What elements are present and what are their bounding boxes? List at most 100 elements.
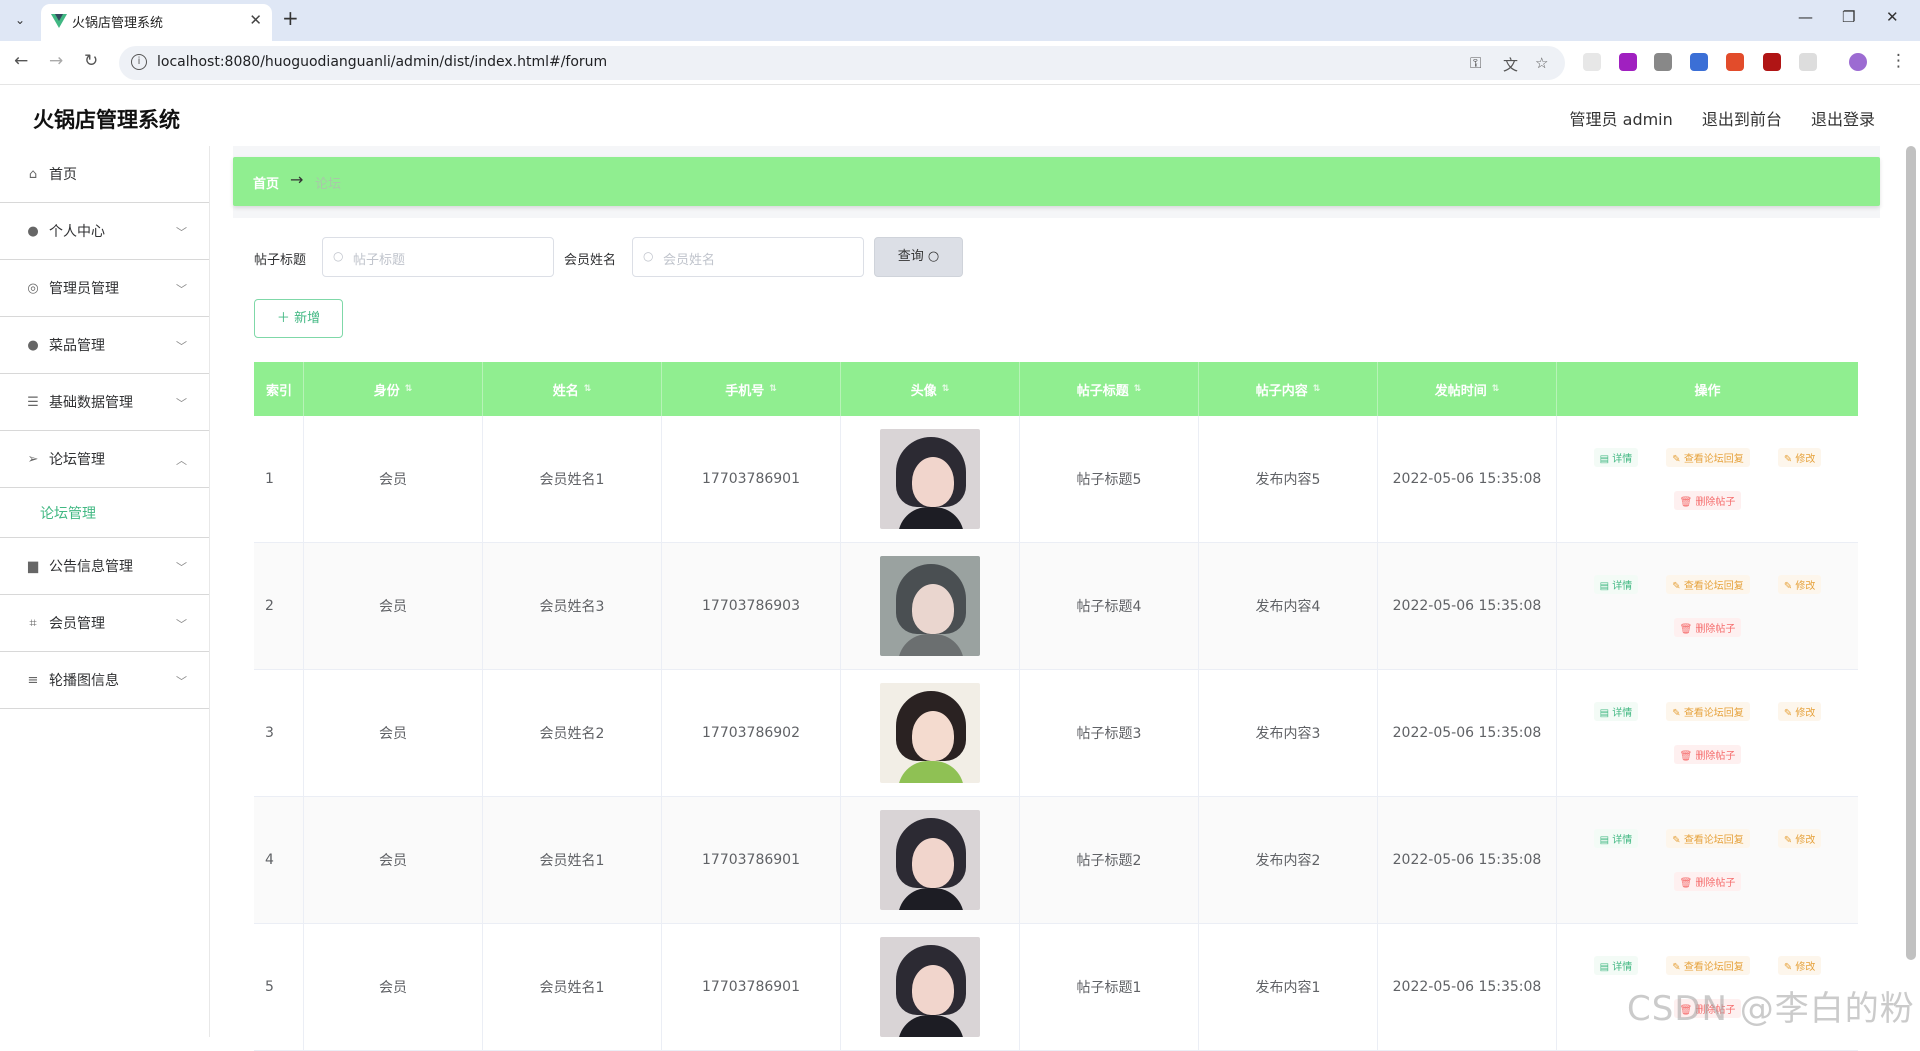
detail-button[interactable]: ▤ 详情 (1593, 702, 1639, 721)
sidebar-item-forum[interactable]: ➢ 论坛管理 ︿ (0, 431, 209, 488)
detail-button[interactable]: ▤ 详情 (1593, 956, 1639, 975)
sidebar-item-home[interactable]: ⌂ 首页 (0, 146, 209, 203)
sidebar: ⌂ 首页 ● 个人中心 ﹀ ◎ 管理员管理 ﹀ ● 菜品管理 ﹀ ☰ 基础数据管… (0, 146, 210, 1037)
add-button[interactable]: ＋ 新增 (254, 299, 343, 338)
star-icon[interactable]: ☆ (1535, 54, 1548, 72)
reload-icon[interactable]: ↻ (84, 51, 98, 71)
key-icon[interactable]: ⚿ (1470, 54, 1481, 72)
extension-icon[interactable] (1726, 53, 1744, 71)
col-content[interactable]: 帖子内容 ⇅ (1199, 362, 1378, 416)
view-replies-button[interactable]: ✎ 查看论坛回复 (1666, 448, 1750, 467)
sidebar-item-label: 会员管理 (49, 616, 105, 632)
extension-icon[interactable] (1619, 53, 1637, 71)
avatar[interactable] (880, 683, 980, 783)
sidebar-item-notice[interactable]: ▆ 公告信息管理 ﹀ (0, 538, 209, 595)
avatar[interactable] (880, 937, 980, 1037)
puzzle-icon[interactable] (1799, 53, 1817, 71)
query-button[interactable]: 查询 ○ (874, 237, 963, 277)
detail-button[interactable]: ▤ 详情 (1593, 575, 1639, 594)
cell-avatar (841, 543, 1020, 669)
sidebar-item-label: 基础数据管理 (49, 395, 133, 411)
address-bar[interactable]: i localhost:8080/huoguodianguanli/admin/… (119, 46, 1565, 80)
edit-button[interactable]: ✎ 修改 (1777, 575, 1822, 594)
detail-button[interactable]: ▤ 详情 (1593, 829, 1639, 848)
arrow-right-icon: → (290, 170, 304, 189)
cell-time: 2022-05-06 15:35:08 (1378, 924, 1557, 1050)
view-replies-button[interactable]: ✎ 查看论坛回复 (1666, 575, 1750, 594)
minimize-icon[interactable]: — (1798, 8, 1813, 26)
search-icon: ○ (927, 249, 940, 264)
forward-icon[interactable]: → (49, 51, 63, 71)
avatar[interactable] (880, 429, 980, 529)
restore-icon[interactable]: ❐ (1842, 8, 1855, 26)
avatar[interactable] (880, 810, 980, 910)
col-avatar[interactable]: 头像 ⇅ (841, 362, 1020, 416)
goto-front-link[interactable]: 退出到前台 (1702, 110, 1782, 129)
cell-phone: 17703786901 (662, 797, 841, 923)
breadcrumb-current: 论坛 (315, 177, 342, 192)
logout-link[interactable]: 退出登录 (1811, 110, 1875, 129)
col-time[interactable]: 发帖时间 ⇅ (1378, 362, 1557, 416)
avatar[interactable] (880, 556, 980, 656)
submenu-forum-manage[interactable]: 论坛管理 (0, 488, 209, 538)
cell-phone: 17703786901 (662, 924, 841, 1050)
new-tab-button[interactable]: + (282, 6, 299, 30)
sidebar-item-personal[interactable]: ● 个人中心 ﹀ (0, 203, 209, 260)
edit-button[interactable]: ✎ 修改 (1777, 956, 1822, 975)
sidebar-item-admin[interactable]: ◎ 管理员管理 ﹀ (0, 260, 209, 317)
site-info-icon[interactable]: i (131, 54, 147, 70)
name-search-input[interactable]: ○ 会员姓名 (632, 237, 864, 277)
back-icon[interactable]: ← (14, 51, 28, 71)
extension-icon[interactable] (1583, 53, 1601, 71)
view-replies-button[interactable]: ✎ 查看论坛回复 (1666, 702, 1750, 721)
window-close-icon[interactable]: ✕ (1886, 8, 1899, 26)
user-icon: ● (27, 337, 39, 353)
translate-icon[interactable]: 文 (1503, 54, 1518, 75)
view-replies-button[interactable]: ✎ 查看论坛回复 (1666, 829, 1750, 848)
col-role[interactable]: 身份 ⇅ (304, 362, 483, 416)
delete-button[interactable]: 🗑 删除帖子 (1673, 618, 1742, 637)
sidebar-item-member[interactable]: ⌗ 会员管理 ﹀ (0, 595, 209, 652)
browser-tab[interactable]: 火锅店管理系统 ✕ (41, 4, 272, 41)
sidebar-item-label: 个人中心 (49, 224, 105, 240)
breadcrumb-home[interactable]: 首页 (253, 173, 279, 192)
edit-button[interactable]: ✎ 修改 (1777, 448, 1822, 467)
chevron-down-icon: ﹀ (176, 397, 187, 410)
col-phone[interactable]: 手机号 ⇅ (662, 362, 841, 416)
delete-button[interactable]: 🗑 删除帖子 (1673, 491, 1742, 510)
menu-icon: ≡ (27, 672, 39, 688)
extension-icon[interactable] (1690, 53, 1708, 71)
delete-button[interactable]: 🗑 删除帖子 (1673, 872, 1742, 891)
sidebar-item-carousel[interactable]: ≡ 轮播图信息 ﹀ (0, 652, 209, 709)
sidebar-item-label: 菜品管理 (49, 338, 105, 354)
cell-avatar (841, 670, 1020, 796)
cell-ops: ▤ 详情 ✎ 查看论坛回复 ✎ 修改 🗑 删除帖子 (1557, 670, 1858, 796)
cell-content: 发布内容2 (1199, 797, 1378, 923)
title-search-input[interactable]: ○ 帖子标题 (322, 237, 554, 277)
col-name[interactable]: 姓名 ⇅ (483, 362, 662, 416)
scrollbar[interactable] (1906, 146, 1916, 960)
tab-close-icon[interactable]: ✕ (249, 11, 262, 29)
extension-icon[interactable] (1654, 53, 1672, 71)
forum-table: 索引 身份 ⇅ 姓名 ⇅ 手机号 ⇅ 头像 ⇅ 帖子标题 ⇅ 帖子内容 ⇅ 发帖时间 ⇅ 操作… (254, 362, 1858, 1051)
name-search-label: 会员姓名 (564, 253, 617, 268)
cell-ops: ▤ 详情 ✎ 查看论坛回复 ✎ 修改 🗑 删除帖子 (1557, 543, 1858, 669)
detail-button[interactable]: ▤ 详情 (1593, 448, 1639, 467)
edit-button[interactable]: ✎ 修改 (1777, 702, 1822, 721)
more-icon[interactable]: ⋮ (1890, 51, 1907, 71)
col-title[interactable]: 帖子标题 ⇅ (1020, 362, 1199, 416)
sidebar-item-dishes[interactable]: ● 菜品管理 ﹀ (0, 317, 209, 374)
url-text[interactable]: localhost:8080/huoguodianguanli/admin/di… (157, 54, 607, 70)
edit-button[interactable]: ✎ 修改 (1777, 829, 1822, 848)
vue-favicon-icon (51, 14, 67, 28)
delete-button[interactable]: 🗑 删除帖子 (1673, 745, 1742, 764)
compass-icon: ◎ (27, 280, 39, 296)
cell-index: 1 (254, 416, 304, 542)
tab-list-button[interactable]: ⌄ (8, 8, 32, 32)
sidebar-item-label: 公告信息管理 (49, 559, 133, 575)
profile-icon[interactable] (1849, 53, 1867, 71)
view-replies-button[interactable]: ✎ 查看论坛回复 (1666, 956, 1750, 975)
cell-title: 帖子标题1 (1020, 924, 1199, 1050)
sidebar-item-base-data[interactable]: ☰ 基础数据管理 ﹀ (0, 374, 209, 431)
ublock-icon[interactable] (1763, 53, 1781, 71)
